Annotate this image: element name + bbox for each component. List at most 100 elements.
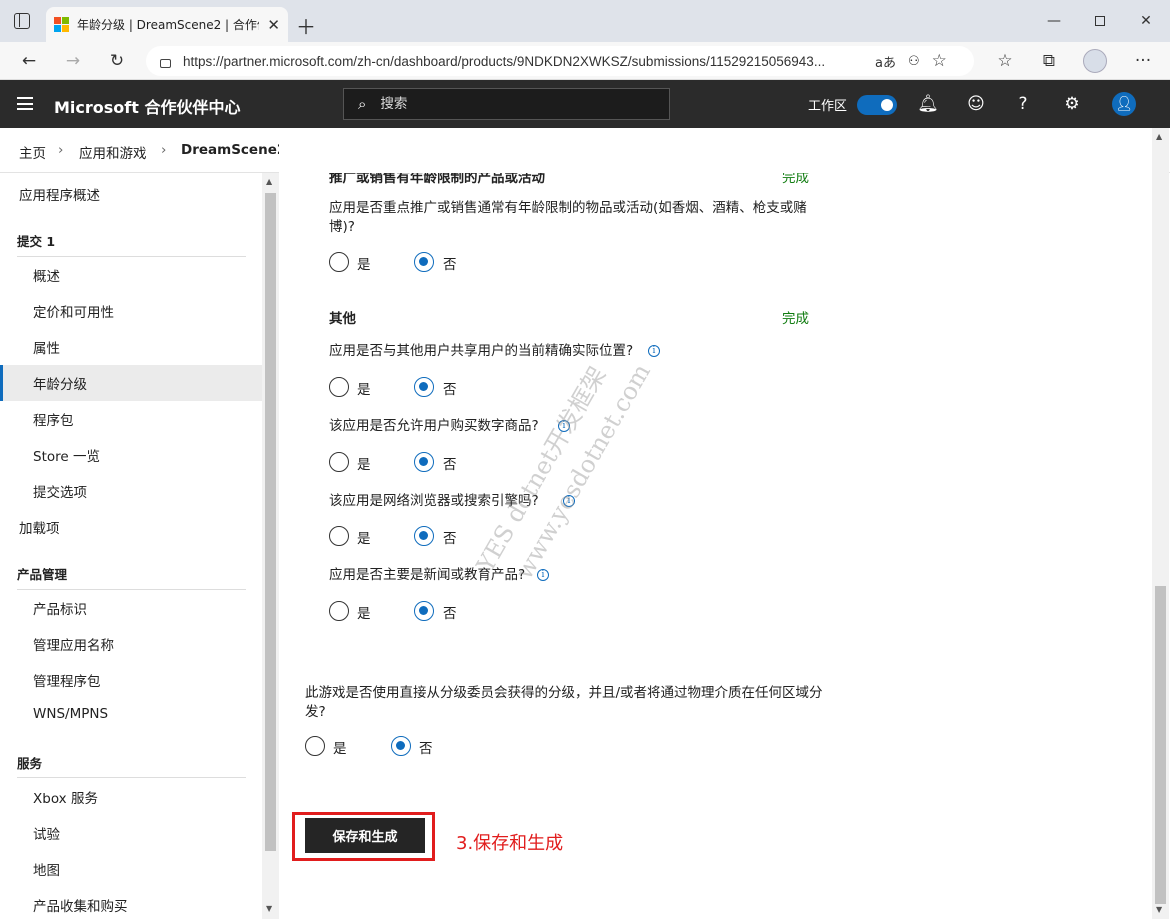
sidebar-item-maps[interactable]: 地图 (33, 859, 60, 879)
radio-yes-purchase[interactable] (329, 452, 349, 472)
annotation-highlight-box (292, 812, 435, 861)
radio-yes-rating-board[interactable] (305, 736, 325, 756)
sidebar-item-age-ratings[interactable]: 年龄分级 (33, 373, 87, 393)
sidebar-item-product-identity[interactable]: 产品标识 (33, 598, 87, 618)
microsoft-logo-icon (54, 17, 69, 32)
profile-avatar[interactable] (1083, 49, 1107, 73)
brand-title[interactable]: Microsoft 合作伙伴中心 (54, 94, 240, 118)
sidebar-selected-indicator (0, 365, 3, 401)
divider (17, 589, 246, 590)
url-text: https://partner.microsoft.com/zh-cn/dash… (183, 53, 826, 69)
divider (17, 256, 246, 257)
scroll-down-arrow-icon[interactable]: ▼ (1156, 905, 1162, 914)
forward-icon[interactable]: → (61, 50, 85, 72)
label-no: 否 (419, 741, 433, 757)
minimize-icon[interactable]: — (1031, 8, 1077, 34)
status-complete: 完成 (782, 311, 809, 327)
sidebar-item-product-collections[interactable]: 产品收集和购买 (33, 895, 128, 915)
refresh-icon[interactable]: ↻ (105, 50, 129, 72)
radio-yes-location[interactable] (329, 377, 349, 397)
browser-tab-bar: 年龄分级 | DreamScene2 | 合作伙伴中心 ✕ ＋ — ✕ (0, 0, 1170, 42)
sidebar-item-pricing[interactable]: 定价和可用性 (33, 301, 114, 321)
radio-no-purchase[interactable] (414, 452, 434, 472)
address-bar-row: ← → ↻ https://partner.microsoft.com/zh-c… (0, 42, 1170, 80)
back-icon[interactable]: ← (17, 50, 41, 72)
label-yes: 是 (357, 531, 371, 547)
info-icon[interactable]: i (648, 345, 660, 357)
radio-yes-browser[interactable] (329, 526, 349, 546)
workspace-toggle[interactable] (857, 95, 897, 115)
sidebar-item-app-names[interactable]: 管理应用名称 (33, 634, 114, 654)
sidebar-item-properties[interactable]: 属性 (33, 337, 60, 357)
radio-no-browser[interactable] (414, 526, 434, 546)
sidebar-item-xbox[interactable]: Xbox 服务 (33, 787, 98, 807)
maximize-icon[interactable] (1077, 8, 1123, 34)
annotation-step-label: 3.保存和生成 (456, 833, 564, 854)
question-age-restricted: 应用是否重点推广或销售通常有年龄限制的物品或活动(如香烟、酒精、枪支或赌博)? (329, 200, 807, 235)
section-heading-other: 其他 (329, 311, 356, 327)
site-permissions-icon[interactable]: ⚇ (908, 54, 920, 69)
sidebar-item-store-listing[interactable]: Store 一览 (33, 445, 100, 465)
radio-yes-news[interactable] (329, 601, 349, 621)
scroll-up-arrow-icon[interactable]: ▲ (1156, 132, 1162, 141)
chevron-right-icon: › (58, 142, 64, 158)
label-yes: 是 (357, 382, 371, 398)
search-input[interactable] (380, 96, 641, 112)
question-location: 应用是否与其他用户共享用户的当前精确实际位置? (329, 343, 634, 359)
scroll-up-arrow-icon[interactable]: ▲ (266, 177, 272, 186)
sidebar-item-packages[interactable]: 程序包 (33, 409, 74, 429)
chevron-right-icon: › (161, 142, 167, 158)
account-avatar-icon[interactable]: 👤︎ (1112, 92, 1136, 116)
divider (17, 777, 246, 778)
search-icon: ⌕ (358, 95, 367, 113)
sidebar-item-wns[interactable]: WNS/MPNS (33, 706, 108, 722)
tab-title: 年龄分级 | DreamScene2 | 合作伙伴中心 (77, 18, 259, 32)
sidebar-item-experiments[interactable]: 试验 (33, 823, 60, 843)
radio-no-age[interactable] (414, 252, 434, 272)
label-no: 否 (443, 257, 457, 273)
hamburger-menu-icon[interactable] (17, 97, 33, 110)
radio-no-location[interactable] (414, 377, 434, 397)
radio-yes-age[interactable] (329, 252, 349, 272)
question-purchase: 该应用是否允许用户购买数字商品? (329, 418, 539, 434)
sidebar-item-manage-packages[interactable]: 管理程序包 (33, 670, 101, 690)
more-icon[interactable]: ··· (1131, 50, 1155, 72)
sidebar-item-submission-options[interactable]: 提交选项 (33, 481, 87, 501)
sidebar-item-overview[interactable]: 概述 (33, 265, 60, 285)
main-scrollbar[interactable]: ▲ ▼ (1152, 128, 1169, 919)
collections-icon[interactable]: ⧉ (1037, 50, 1061, 72)
main-scroll-thumb[interactable] (1155, 586, 1166, 904)
new-tab-icon[interactable]: ＋ (296, 11, 316, 40)
breadcrumb-apps-games[interactable]: 应用和游戏 (79, 142, 147, 162)
search-box[interactable]: ⌕ (343, 88, 670, 120)
label-yes: 是 (357, 257, 371, 273)
favorites-icon[interactable]: ☆ (993, 50, 1017, 72)
close-window-icon[interactable]: ✕ (1123, 8, 1169, 34)
sidebar-item-app-overview[interactable]: 应用程序概述 (19, 184, 100, 204)
read-aloud-icon[interactable]: aあ (875, 52, 896, 71)
label-no: 否 (443, 457, 457, 473)
label-no: 否 (443, 531, 457, 547)
url-field[interactable]: https://partner.microsoft.com/zh-cn/dash… (146, 46, 974, 76)
close-tab-icon[interactable]: ✕ (267, 16, 280, 34)
sidebar-item-addons[interactable]: 加载项 (19, 517, 60, 537)
breadcrumb-home[interactable]: 主页 (19, 142, 46, 162)
label-yes: 是 (333, 741, 347, 757)
browser-tab[interactable]: 年龄分级 | DreamScene2 | 合作伙伴中心 ✕ (46, 7, 288, 42)
radio-no-news[interactable] (414, 601, 434, 621)
app-header: Microsoft 合作伙伴中心 ⌕ 工作区 🔔︎ ☺ ? ⚙ 👤︎ (0, 80, 1170, 128)
feedback-smile-icon[interactable]: ☺ (964, 92, 988, 116)
sidebar-scrollbar[interactable]: ▲ ▼ (262, 173, 279, 919)
tab-actions-icon[interactable] (14, 13, 30, 29)
notification-bell-icon[interactable]: 🔔︎ (916, 92, 940, 116)
radio-no-rating-board[interactable] (391, 736, 411, 756)
help-icon[interactable]: ? (1011, 92, 1035, 116)
sidebar-head-product-mgmt: 产品管理 (17, 567, 68, 582)
sidebar-scroll-thumb[interactable] (265, 193, 276, 851)
breadcrumb-current: DreamScene2 (181, 142, 287, 158)
settings-gear-icon[interactable]: ⚙ (1060, 92, 1084, 116)
label-yes: 是 (357, 457, 371, 473)
scroll-down-arrow-icon[interactable]: ▼ (266, 904, 272, 913)
favorite-add-icon[interactable]: ☆ (932, 51, 947, 71)
label-no: 否 (443, 606, 457, 622)
